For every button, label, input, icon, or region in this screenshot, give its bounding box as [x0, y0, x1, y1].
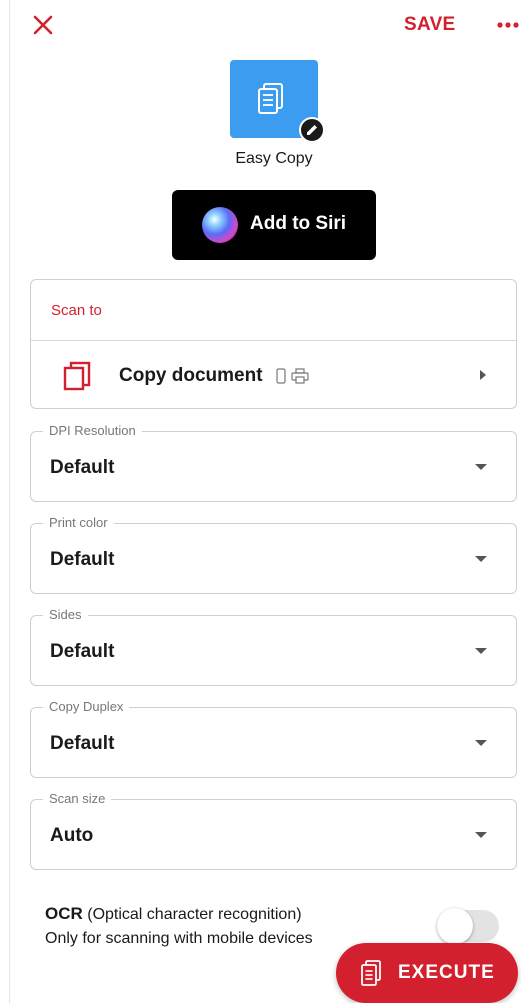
field-label: Copy Duplex: [43, 699, 130, 714]
copy-duplex-select[interactable]: Copy Duplex Default: [30, 699, 517, 778]
shortcut-name: Easy Copy: [235, 150, 313, 167]
save-button[interactable]: SAVE: [404, 14, 456, 36]
phone-icon: [276, 368, 286, 384]
ocr-description: (Optical character recognition): [87, 906, 302, 923]
ocr-title: OCR (Optical character recognition): [45, 904, 302, 924]
print-color-select[interactable]: Print color Default: [30, 515, 517, 594]
add-to-siri-button[interactable]: Add to Siri: [172, 190, 376, 260]
field-value: Default: [50, 549, 115, 570]
toggle-knob: [437, 908, 473, 944]
copy-document-label: Copy document: [119, 365, 263, 386]
chevron-down-icon: [475, 832, 487, 838]
chevron-down-icon: [475, 648, 487, 654]
sides-select[interactable]: Sides Default: [30, 607, 517, 686]
edit-shortcut-button[interactable]: [299, 117, 325, 143]
scan-to-section: Scan to Copy document: [30, 279, 517, 409]
field-label: Print color: [43, 515, 114, 530]
copy-document-icon: [63, 361, 91, 391]
field-label: Scan size: [43, 791, 112, 806]
close-icon: [33, 15, 53, 35]
chevron-down-icon: [475, 740, 487, 746]
field-label: Sides: [43, 607, 88, 622]
siri-icon: [202, 207, 238, 243]
field-value: Default: [50, 641, 115, 662]
more-options-button[interactable]: [496, 18, 521, 32]
ocr-label: OCR: [45, 904, 83, 923]
pencil-icon: [307, 125, 317, 135]
dpi-resolution-select[interactable]: DPI Resolution Default: [30, 423, 517, 502]
chevron-right-icon: [480, 370, 486, 380]
execute-button[interactable]: EXECUTE: [336, 943, 518, 1003]
execute-label: EXECUTE: [398, 962, 495, 983]
add-to-siri-label: Add to Siri: [250, 213, 347, 234]
close-button[interactable]: [30, 12, 58, 40]
field-value: Default: [50, 733, 115, 754]
more-horizontal-icon: [497, 22, 519, 28]
scan-to-title: Scan to: [51, 302, 102, 319]
field-value: Auto: [50, 825, 94, 846]
left-edge-divider: [9, 0, 10, 1003]
chevron-down-icon: [475, 556, 487, 562]
field-label: DPI Resolution: [43, 423, 142, 438]
scan-size-select[interactable]: Scan size Auto: [30, 791, 517, 870]
ocr-toggle[interactable]: [437, 906, 499, 944]
chevron-down-icon: [475, 464, 487, 470]
printer-icon: [291, 368, 309, 384]
scan-to-copy-document-row[interactable]: Copy document: [31, 341, 516, 409]
ocr-subtitle: Only for scanning with mobile devices: [45, 930, 313, 947]
field-value: Default: [50, 457, 115, 478]
document-icon: [361, 960, 381, 986]
